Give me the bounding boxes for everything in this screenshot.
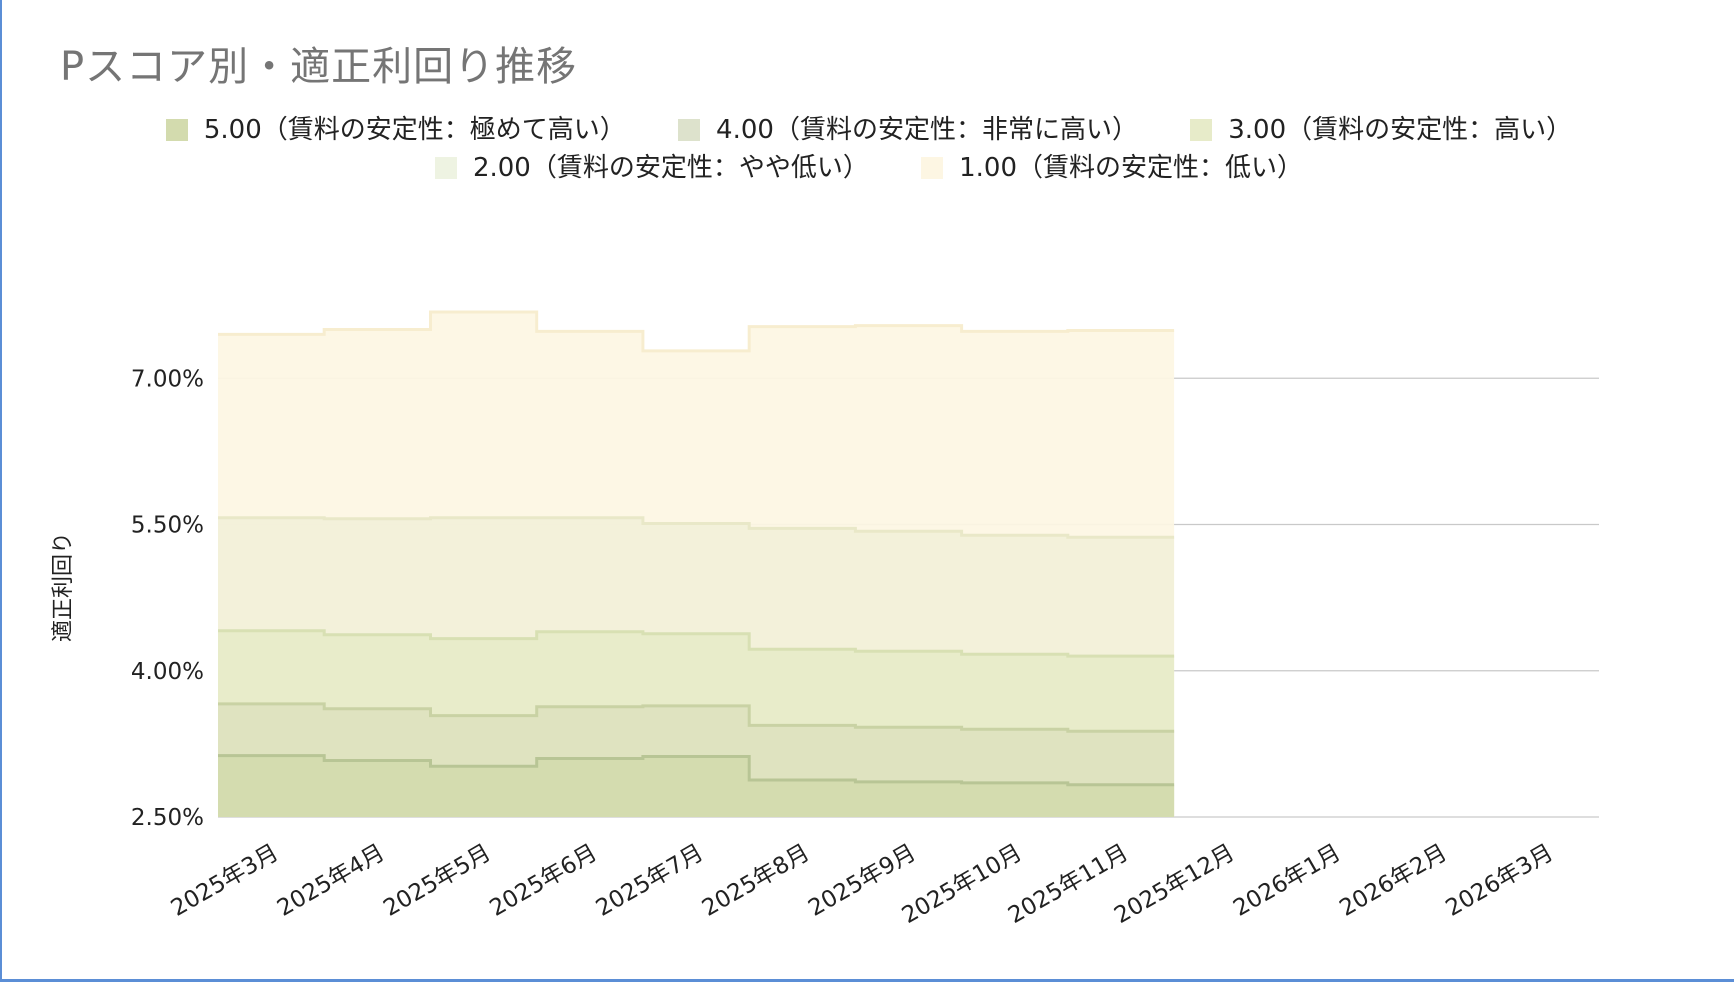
x-tick-label: 2025年5月 (379, 840, 495, 922)
y-tick-label: 2.50% (131, 805, 204, 831)
x-tick-label: 2025年8月 (698, 840, 814, 922)
x-tick-label: 2025年6月 (485, 840, 601, 922)
x-tick-label: 2026年3月 (1442, 840, 1558, 922)
chart-plot: 2.50%4.00%5.50%7.00% 2025年3月2025年4月2025年… (51, 310, 1599, 929)
x-axis-ticks: 2025年3月2025年4月2025年5月2025年6月2025年7月2025年… (167, 840, 1558, 929)
x-tick-label: 2026年1月 (1229, 840, 1345, 922)
y-tick-label: 4.00% (131, 659, 204, 685)
y-axis-title: 適正利回り (51, 532, 76, 642)
series-areas (218, 310, 1175, 817)
x-tick-label: 2026年2月 (1335, 840, 1451, 922)
y-axis-ticks: 2.50% 4.00% 5.50% 7.00% (131, 366, 204, 831)
y-tick-label: 7.00% (131, 366, 204, 392)
x-tick-label: 2025年10月 (898, 840, 1027, 929)
x-tick-label: 2025年4月 (273, 840, 389, 922)
x-tick-label: 2025年3月 (167, 840, 283, 922)
x-tick-label: 2025年12月 (1110, 840, 1239, 929)
x-tick-label: 2025年7月 (592, 840, 708, 922)
chart-frame: Pスコア別・適正利回り推移 5.00（賃料の安定性：極めて高い） 4.00（賃料… (0, 0, 1734, 982)
y-tick-label: 5.50% (131, 513, 204, 539)
x-tick-label: 2025年11月 (1004, 840, 1133, 929)
